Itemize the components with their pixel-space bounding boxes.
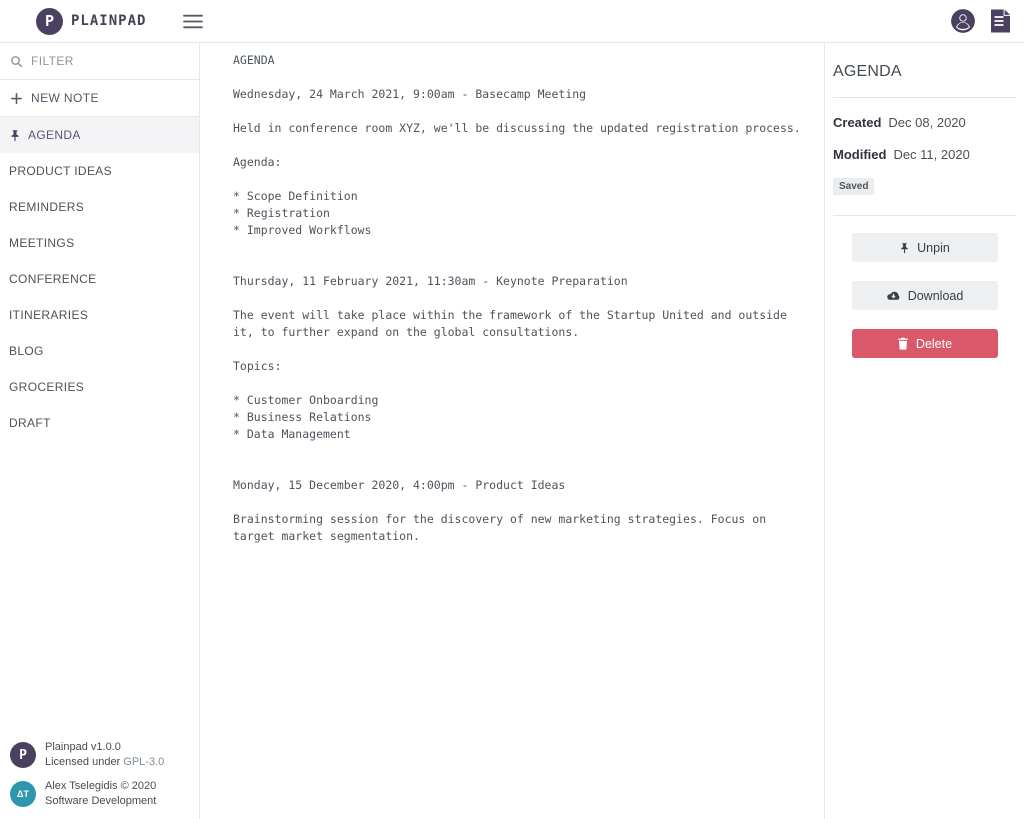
topbar: P PLAINPAD bbox=[0, 0, 1024, 43]
details-panel: AGENDA Created Dec 08, 2020 Modified Dec 1… bbox=[824, 43, 1024, 819]
note-title: AGENDA bbox=[833, 63, 902, 80]
status-badge: Saved bbox=[833, 178, 875, 195]
sidebar-item-label: PRODUCT IDEAS bbox=[9, 164, 113, 178]
author-logo-text: ΔT bbox=[17, 789, 29, 799]
cloud-download-icon bbox=[886, 290, 901, 302]
plainpad-app: P PLAINPAD FILTER NEW NOTE AGENDA PRODUC… bbox=[0, 0, 1024, 819]
author-role: Software Development bbox=[45, 795, 157, 807]
gpl-license-link[interactable]: GPL-3.0 bbox=[123, 756, 164, 768]
unpin-button[interactable]: Unpin bbox=[851, 233, 998, 262]
app-name: Plainpad bbox=[45, 741, 88, 753]
sidebar-item-label: MEETINGS bbox=[9, 236, 75, 250]
brand-name: PLAINPAD bbox=[71, 13, 147, 29]
footer-app-row: P Plainpad v1.0.0 Licensed under GPL-3.0 bbox=[10, 740, 189, 770]
sidebar-item-product-ideas[interactable]: PRODUCT IDEAS bbox=[0, 153, 199, 189]
divider bbox=[833, 215, 1016, 216]
created-label: Created bbox=[833, 115, 882, 130]
pin-icon bbox=[899, 242, 910, 254]
search-icon bbox=[10, 55, 23, 68]
sidebar-item-blog[interactable]: BLOG bbox=[0, 333, 199, 369]
sidebar-item-label: GROCERIES bbox=[9, 380, 85, 394]
sidebar-item-meetings[interactable]: MEETINGS bbox=[0, 225, 199, 261]
sidebar-toggle-button[interactable] bbox=[183, 13, 204, 30]
modified-row: Modified Dec 11, 2020 bbox=[833, 147, 1016, 162]
sidebar-item-groceries[interactable]: GROCERIES bbox=[0, 369, 199, 405]
footer-author-row: ΔT Alex Tselegidis © 2020 Software Devel… bbox=[10, 779, 189, 809]
note-actions: Unpin Download Delete bbox=[833, 233, 1016, 358]
modified-label: Modified bbox=[833, 147, 887, 162]
sidebar-item-label: CONFERENCE bbox=[9, 272, 97, 286]
delete-label: Delete bbox=[915, 336, 953, 351]
sidebar: NEW NOTE AGENDA PRODUCT IDEAS REMINDERS … bbox=[0, 43, 200, 819]
divider bbox=[833, 97, 1016, 98]
pin-icon bbox=[9, 129, 21, 142]
sidebar-item-label: DRAFT bbox=[9, 416, 51, 430]
logo-letter: P bbox=[44, 12, 55, 30]
note-list: AGENDA PRODUCT IDEAS REMINDERS MEETINGS … bbox=[0, 117, 199, 441]
license-prefix: Licensed under bbox=[45, 756, 124, 768]
plainpad-footer-logo: P bbox=[10, 742, 36, 768]
author-name: Alex Tselegidis © 2020 bbox=[45, 780, 157, 792]
sidebar-item-label: REMINDERS bbox=[9, 200, 85, 214]
filter-input[interactable] bbox=[31, 54, 199, 68]
delete-button[interactable]: Delete bbox=[851, 329, 998, 358]
sidebar-item-label: ITINERARIES bbox=[9, 308, 89, 322]
editor-pane: AGENDA Wednesday, 24 March 2021, 9:00am … bbox=[200, 43, 824, 819]
sidebar-item-reminders[interactable]: REMINDERS bbox=[0, 189, 199, 225]
license-line: Licensed under GPL-3.0 bbox=[45, 755, 164, 770]
created-value: Dec 08, 2020 bbox=[888, 115, 966, 130]
sidebar-item-draft[interactable]: DRAFT bbox=[0, 405, 199, 441]
app-version-line: Plainpad v1.0.0 bbox=[45, 740, 164, 755]
sidebar-item-label: BLOG bbox=[9, 344, 44, 358]
sidebar-item-agenda[interactable]: AGENDA bbox=[0, 117, 199, 153]
download-button[interactable]: Download bbox=[851, 281, 998, 310]
notes-button[interactable] bbox=[989, 8, 1012, 34]
trash-icon bbox=[897, 337, 909, 350]
footer-author-text: Alex Tselegidis © 2020 Software Developm… bbox=[45, 779, 156, 809]
filter-row bbox=[0, 43, 199, 80]
note-editor[interactable]: AGENDA Wednesday, 24 March 2021, 9:00am … bbox=[200, 43, 824, 819]
app-version: v1.0.0 bbox=[90, 741, 121, 753]
unpin-label: Unpin bbox=[917, 240, 950, 255]
new-note-button[interactable]: NEW NOTE bbox=[0, 80, 199, 117]
sidebar-item-label: AGENDA bbox=[28, 128, 81, 142]
main-row: NEW NOTE AGENDA PRODUCT IDEAS REMINDERS … bbox=[0, 43, 1024, 819]
document-icon bbox=[989, 8, 1012, 34]
plus-icon bbox=[10, 92, 23, 105]
sidebar-footer: P Plainpad v1.0.0 Licensed under GPL-3.0… bbox=[0, 732, 199, 819]
account-button[interactable] bbox=[950, 8, 976, 34]
footer-app-text: Plainpad v1.0.0 Licensed under GPL-3.0 bbox=[45, 740, 164, 770]
plainpad-logo: P bbox=[36, 7, 63, 35]
hamburger-icon bbox=[183, 13, 204, 30]
new-note-label: NEW NOTE bbox=[31, 91, 99, 105]
author-logo: ΔT bbox=[10, 781, 36, 807]
sidebar-item-conference[interactable]: CONFERENCE bbox=[0, 261, 199, 297]
footer-logo-letter: P bbox=[19, 747, 27, 763]
modified-value: Dec 11, 2020 bbox=[893, 147, 970, 162]
user-icon bbox=[950, 8, 976, 34]
sidebar-item-itineraries[interactable]: ITINERARIES bbox=[0, 297, 199, 333]
download-label: Download bbox=[907, 288, 964, 303]
created-row: Created Dec 08, 2020 bbox=[833, 115, 1016, 130]
